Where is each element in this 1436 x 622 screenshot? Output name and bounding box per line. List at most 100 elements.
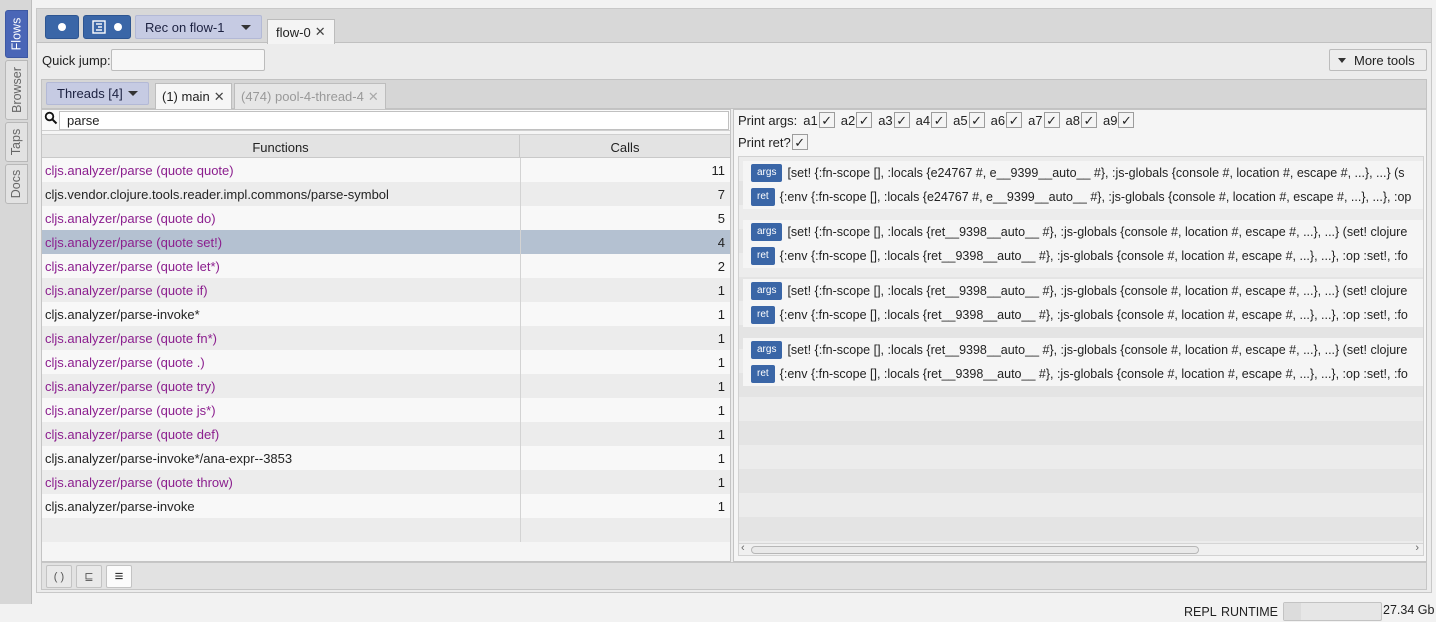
search-row: parse bbox=[42, 110, 730, 131]
function-name: cljs.analyzer/parse-invoke* bbox=[45, 306, 200, 322]
scroll-right-icon[interactable]: › bbox=[1415, 542, 1419, 554]
call-count: 11 bbox=[711, 162, 726, 178]
ret-pill[interactable]: ret bbox=[751, 188, 775, 206]
args-pill[interactable]: args bbox=[751, 223, 783, 241]
quick-jump-input[interactable] bbox=[111, 49, 265, 71]
close-icon[interactable]: ✕ bbox=[368, 89, 379, 105]
table-row[interactable]: cljs.analyzer/parse (quote do) 5 bbox=[42, 206, 730, 230]
print-arg-checkbox[interactable]: ✓ bbox=[856, 112, 873, 128]
call-result[interactable]: args [set! {:fn-scope [], :locals {ret__9… bbox=[743, 279, 1423, 327]
table-row[interactable]: cljs.analyzer/parse (quote set!) 4 bbox=[42, 230, 730, 254]
result-args-line: args [set! {:fn-scope [], :locals {ret__9… bbox=[743, 220, 1423, 244]
print-arg-a2: a2 ✓ bbox=[841, 112, 873, 128]
table-row[interactable]: cljs.analyzer/parse (quote js*) 1 bbox=[42, 398, 730, 422]
more-tools-button[interactable]: More tools bbox=[1329, 49, 1427, 71]
args-pill[interactable]: args bbox=[751, 164, 783, 182]
function-name: cljs.analyzer/parse (quote do) bbox=[45, 210, 216, 226]
table-row[interactable]: cljs.analyzer/parse (quote .) 1 bbox=[42, 350, 730, 374]
print-arg-checkbox[interactable]: ✓ bbox=[818, 112, 835, 128]
call-result[interactable]: args [set! {:fn-scope [], :locals {ret__9… bbox=[743, 338, 1423, 386]
horizontal-scrollbar[interactable]: ‹ › bbox=[739, 542, 1423, 555]
result-args-line: args [set! {:fn-scope [], :locals {ret__9… bbox=[743, 279, 1423, 303]
side-tab-browser[interactable]: Browser bbox=[5, 60, 28, 120]
threads-select[interactable]: Threads [4] bbox=[46, 82, 149, 105]
tab-thread-main[interactable]: (1) main ✕ bbox=[155, 83, 232, 109]
result-ret-value[interactable]: {:env {:fn-scope [], :locals {ret__9398_… bbox=[780, 249, 1408, 263]
side-tab-flows[interactable]: Flows bbox=[5, 10, 28, 58]
column-divider bbox=[520, 470, 521, 494]
args-pill[interactable]: args bbox=[751, 282, 783, 300]
print-arg-label: a6 bbox=[990, 112, 1006, 128]
result-args-value[interactable]: [set! {:fn-scope [], :locals {ret__9398_… bbox=[787, 343, 1407, 357]
result-args-value[interactable]: [set! {:fn-scope [], :locals {ret__9398_… bbox=[787, 284, 1407, 298]
functions-column-header[interactable]: Functions bbox=[42, 135, 520, 159]
result-ret-value[interactable]: {:env {:fn-scope [], :locals {ret__9398_… bbox=[780, 308, 1408, 322]
table-row[interactable]: cljs.analyzer/parse (quote if) 1 bbox=[42, 278, 730, 302]
table-row[interactable]: cljs.analyzer/parse (quote throw) 1 bbox=[42, 470, 730, 494]
close-icon[interactable]: ✕ bbox=[214, 89, 225, 105]
table-row[interactable]: cljs.analyzer/parse (quote try) 1 bbox=[42, 374, 730, 398]
ret-pill[interactable]: ret bbox=[751, 365, 775, 383]
table-row[interactable]: cljs.analyzer/parse-invoke* 1 bbox=[42, 302, 730, 326]
side-tab-taps[interactable]: Taps bbox=[5, 122, 28, 162]
column-divider bbox=[520, 494, 521, 518]
call-count: 1 bbox=[717, 426, 725, 442]
calls-header-label: Calls bbox=[610, 139, 640, 155]
result-stripe bbox=[739, 493, 1423, 517]
ret-pill[interactable]: ret bbox=[751, 306, 775, 324]
print-arg-checkbox[interactable]: ✓ bbox=[893, 112, 910, 128]
close-icon[interactable]: ✕ bbox=[315, 24, 326, 40]
memory-usage-bar[interactable] bbox=[1283, 602, 1382, 621]
print-ret-checkbox[interactable]: ✓ bbox=[791, 134, 808, 150]
table-row[interactable]: cljs.vendor.clojure.tools.reader.impl.co… bbox=[42, 182, 730, 206]
print-arg-checkbox[interactable]: ✓ bbox=[1006, 112, 1023, 128]
print-arg-checkbox[interactable]: ✓ bbox=[931, 112, 948, 128]
threads-bar: Threads [4] (1) main ✕ (474) pool-4-thre… bbox=[41, 79, 1427, 109]
print-arg-checkbox[interactable]: ✓ bbox=[1118, 112, 1135, 128]
print-arg-checkbox[interactable]: ✓ bbox=[1081, 112, 1097, 128]
search-input[interactable]: parse bbox=[59, 111, 729, 130]
code-form-button[interactable]: ( ) bbox=[46, 565, 72, 588]
scroll-left-icon[interactable]: ‹ bbox=[741, 542, 745, 554]
result-ret-value[interactable]: {:env {:fn-scope [], :locals {ret__9398_… bbox=[780, 367, 1408, 381]
scrollbar-thumb[interactable] bbox=[751, 546, 1199, 554]
table-row[interactable]: cljs.analyzer/parse-invoke 1 bbox=[42, 494, 730, 518]
print-arg-checkbox[interactable]: ✓ bbox=[1043, 112, 1060, 128]
functions-list-button[interactable]: ≡ bbox=[106, 565, 132, 588]
functions-table-body: cljs.analyzer/parse (quote quote) 11 cljs.… bbox=[42, 158, 730, 542]
call-count: 5 bbox=[717, 210, 725, 226]
tab-flow-0-label: flow-0 bbox=[276, 24, 311, 40]
call-result[interactable]: args [set! {:fn-scope [], :locals {ret__9… bbox=[743, 220, 1423, 268]
calls-column-header[interactable]: Calls bbox=[520, 135, 730, 159]
call-result[interactable]: args [set! {:fn-scope [], :locals {e24767… bbox=[743, 161, 1423, 209]
record-button[interactable] bbox=[45, 15, 79, 39]
table-row[interactable]: cljs.analyzer/parse-invoke*/ana-expr--38… bbox=[42, 446, 730, 470]
side-tab-docs[interactable]: Docs bbox=[5, 164, 28, 204]
table-row[interactable]: cljs.analyzer/parse (quote quote) 11 bbox=[42, 158, 730, 182]
call-count: 1 bbox=[717, 330, 725, 346]
function-name: cljs.analyzer/parse (quote try) bbox=[45, 378, 216, 394]
call-tree-button[interactable]: ⊑ bbox=[76, 565, 102, 588]
print-arg-a5: a5 ✓ bbox=[953, 112, 985, 128]
print-arg-checkbox[interactable]: ✓ bbox=[968, 112, 985, 128]
table-row[interactable]: cljs.analyzer/parse (quote let*) 2 bbox=[42, 254, 730, 278]
record-dot-icon bbox=[58, 23, 66, 31]
print-arg-a3: a3 ✓ bbox=[878, 112, 910, 128]
status-bar: REPL RUNTIME 27.34 Gb bbox=[0, 600, 1436, 622]
result-args-value[interactable]: [set! {:fn-scope [], :locals {ret__9398_… bbox=[787, 225, 1407, 239]
code-form-icon: ( ) bbox=[53, 570, 65, 583]
record-flow-select[interactable]: Rec on flow-1 bbox=[135, 15, 262, 39]
flow-tree-button[interactable] bbox=[83, 15, 131, 39]
ret-pill[interactable]: ret bbox=[751, 247, 775, 265]
result-args-value[interactable]: [set! {:fn-scope [], :locals {e24767 #, … bbox=[787, 166, 1404, 180]
result-ret-value[interactable]: {:env {:fn-scope [], :locals {e24767 #, … bbox=[780, 190, 1412, 204]
result-stripe bbox=[739, 421, 1423, 445]
print-arg-label: a5 bbox=[953, 112, 968, 128]
tab-thread-pool-4-thread-4[interactable]: (474) pool-4-thread-4 ✕ bbox=[234, 83, 386, 109]
table-row[interactable]: cljs.analyzer/parse (quote fn*) 1 bbox=[42, 326, 730, 350]
column-divider bbox=[520, 374, 521, 398]
result-stripe bbox=[739, 517, 1423, 541]
tab-flow-0[interactable]: flow-0 ✕ bbox=[267, 19, 335, 44]
table-row[interactable]: cljs.analyzer/parse (quote def) 1 bbox=[42, 422, 730, 446]
args-pill[interactable]: args bbox=[751, 341, 783, 359]
